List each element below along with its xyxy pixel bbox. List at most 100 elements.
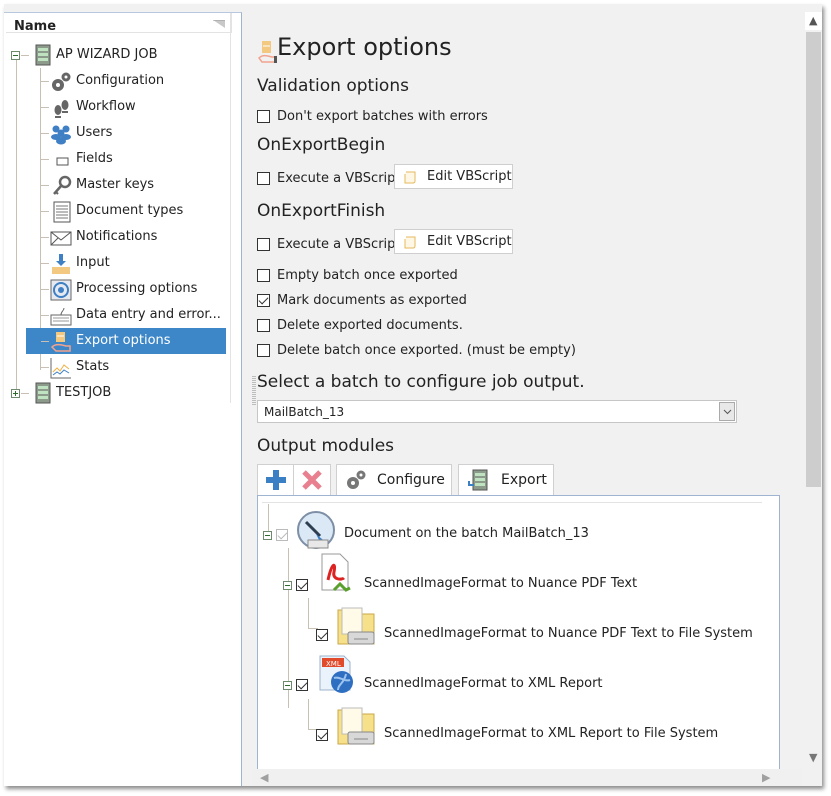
- tree-node-testjob[interactable]: TESTJOB: [4, 380, 230, 406]
- delete-batch-option[interactable]: Delete batch once exported. (must be emp…: [257, 341, 576, 359]
- gears-icon: [52, 72, 71, 91]
- folder-drive-icon: [337, 607, 375, 645]
- sidebar-item-label: Data entry and error...: [76, 307, 221, 322]
- begin-edit-vbscript-button[interactable]: Edit VBScript: [394, 164, 513, 189]
- delete-exported-docs-checkbox[interactable]: [257, 318, 270, 332]
- sidebar-item-label: Input: [76, 255, 110, 270]
- main-vertical-scrollbar[interactable]: ▲ ▼: [805, 12, 822, 786]
- button-label: Export: [501, 472, 547, 488]
- script-icon: [404, 171, 416, 183]
- validation-options-heading: Validation options: [257, 76, 409, 96]
- chevron-down-icon[interactable]: ▼: [809, 751, 817, 764]
- document-types-icon: [53, 201, 71, 223]
- gears-icon: [347, 470, 366, 489]
- module-checkbox[interactable]: [296, 679, 308, 691]
- module-checkbox[interactable]: [276, 529, 288, 541]
- page-title: Export options: [277, 33, 452, 61]
- empty-batch-checkbox[interactable]: [257, 268, 270, 282]
- output-modules-heading: Output modules: [257, 436, 395, 456]
- checkbox-label: Mark documents as exported: [277, 292, 467, 308]
- sidebar-item-data-entry[interactable]: Data entry and error...: [4, 302, 230, 328]
- tree-column-header[interactable]: Name: [6, 13, 232, 34]
- keyboard-icon: [50, 307, 72, 326]
- sidebar-item-configuration[interactable]: Configuration: [4, 68, 230, 94]
- mark-exported-checkbox[interactable]: [257, 293, 270, 307]
- delete-exported-docs-option[interactable]: Delete exported documents.: [257, 316, 463, 334]
- output-node-batch-document[interactable]: Document on the batch MailBatch_13: [258, 511, 778, 554]
- chevron-down-icon: [723, 409, 732, 415]
- checkbox-label: Empty batch once exported: [277, 267, 458, 283]
- sidebar-item-label: Workflow: [76, 99, 136, 114]
- server-export-icon: [468, 469, 488, 491]
- sidebar-item-workflow[interactable]: Workflow: [4, 94, 230, 120]
- dropdown-button[interactable]: [719, 402, 735, 421]
- sidebar-item-label: Processing options: [76, 281, 198, 296]
- footprints-icon: [54, 100, 69, 118]
- module-label: ScannedImageFormat to XML Report: [364, 676, 603, 691]
- sidebar-item-notifications[interactable]: Notifications: [4, 224, 230, 250]
- sidebar-item-label: Export options: [76, 333, 171, 348]
- sidebar-item-label: Notifications: [76, 229, 158, 244]
- sidebar-item-label: Document types: [76, 203, 184, 218]
- collapse-toggle[interactable]: [283, 581, 292, 590]
- begin-execute-vbscript-option[interactable]: Execute a VBScript: [257, 169, 401, 187]
- script-icon: [404, 236, 416, 248]
- folder-drive-icon: [337, 707, 375, 745]
- mark-exported-option[interactable]: Mark documents as exported: [257, 291, 467, 309]
- sidebar-item-document-types[interactable]: Document types: [4, 198, 230, 224]
- delete-batch-checkbox[interactable]: [257, 343, 270, 357]
- expand-toggle[interactable]: [11, 389, 20, 398]
- module-label: Document on the batch MailBatch_13: [344, 526, 589, 541]
- sort-icon[interactable]: [213, 20, 225, 28]
- remove-module-button[interactable]: [293, 464, 331, 496]
- dont-export-errors-option[interactable]: Don't export batches with errors: [257, 107, 488, 125]
- batch-select[interactable]: MailBatch_13: [257, 400, 737, 423]
- configure-button[interactable]: Configure: [336, 464, 452, 496]
- begin-execute-vbscript-checkbox[interactable]: [257, 171, 270, 185]
- batch-select-heading: Select a batch to configure job output.: [257, 372, 585, 392]
- scrollbar-thumb[interactable]: [806, 32, 821, 487]
- horizontal-scrollbar[interactable]: ◀ ▶: [252, 769, 802, 786]
- empty-batch-option[interactable]: Empty batch once exported: [257, 266, 458, 284]
- chevron-right-icon[interactable]: ▶: [762, 771, 770, 784]
- finish-execute-vbscript-option[interactable]: Execute a VBScript: [257, 235, 401, 253]
- module-checkbox[interactable]: [316, 729, 328, 741]
- checkbox-label: Execute a VBScript: [277, 236, 401, 252]
- module-checkbox[interactable]: [296, 579, 308, 591]
- sidebar-item-label: Master keys: [76, 177, 155, 192]
- sidebar-item-input[interactable]: Input: [4, 250, 230, 276]
- output-node-xml-report[interactable]: XML ScannedImageFormat to XML Report: [258, 655, 778, 704]
- sidebar-item-stats[interactable]: Stats: [4, 354, 230, 380]
- add-module-button[interactable]: [257, 464, 294, 496]
- scroll-up-button[interactable]: ▲: [805, 12, 822, 30]
- button-label: Edit VBScript: [427, 169, 512, 184]
- users-icon: [51, 125, 71, 145]
- finish-edit-vbscript-button[interactable]: Edit VBScript: [394, 229, 513, 254]
- sidebar-item-export-options[interactable]: Export options: [4, 328, 230, 354]
- module-label: ScannedImageFormat to Nuance PDF Text to…: [384, 626, 753, 641]
- output-node-pdf-text[interactable]: ScannedImageFormat to Nuance PDF Text: [258, 553, 778, 604]
- export-button[interactable]: Export: [458, 464, 554, 496]
- output-node-pdf-filesystem[interactable]: ScannedImageFormat to Nuance PDF Text to…: [258, 607, 778, 654]
- module-checkbox[interactable]: [316, 629, 328, 641]
- x-icon: [302, 470, 322, 490]
- output-node-xml-filesystem[interactable]: ScannedImageFormat to XML Report to File…: [258, 707, 778, 754]
- envelope-icon: [50, 231, 72, 246]
- sidebar-item-fields[interactable]: Fields: [4, 146, 230, 172]
- collapse-toggle[interactable]: [283, 681, 292, 690]
- on-export-finish-heading: OnExportFinish: [257, 201, 386, 221]
- finish-execute-vbscript-checkbox[interactable]: [257, 237, 270, 251]
- sidebar-item-users[interactable]: Users: [4, 120, 230, 146]
- button-label: Configure: [377, 472, 445, 488]
- sidebar-item-master-keys[interactable]: Master keys: [4, 172, 230, 198]
- dont-export-errors-checkbox[interactable]: [257, 109, 270, 123]
- checkbox-label: Don't export batches with errors: [277, 108, 488, 124]
- tree-node-ap-wizard-job[interactable]: AP WIZARD JOB: [4, 42, 230, 68]
- xml-globe-icon: XML: [319, 655, 353, 693]
- chevron-left-icon[interactable]: ◀: [260, 771, 268, 784]
- sidebar-item-processing-options[interactable]: Processing options: [4, 276, 230, 302]
- collapse-toggle[interactable]: [263, 531, 272, 540]
- on-export-begin-heading: OnExportBegin: [257, 135, 386, 155]
- collapse-toggle[interactable]: [11, 51, 20, 60]
- server-icon: [35, 382, 51, 404]
